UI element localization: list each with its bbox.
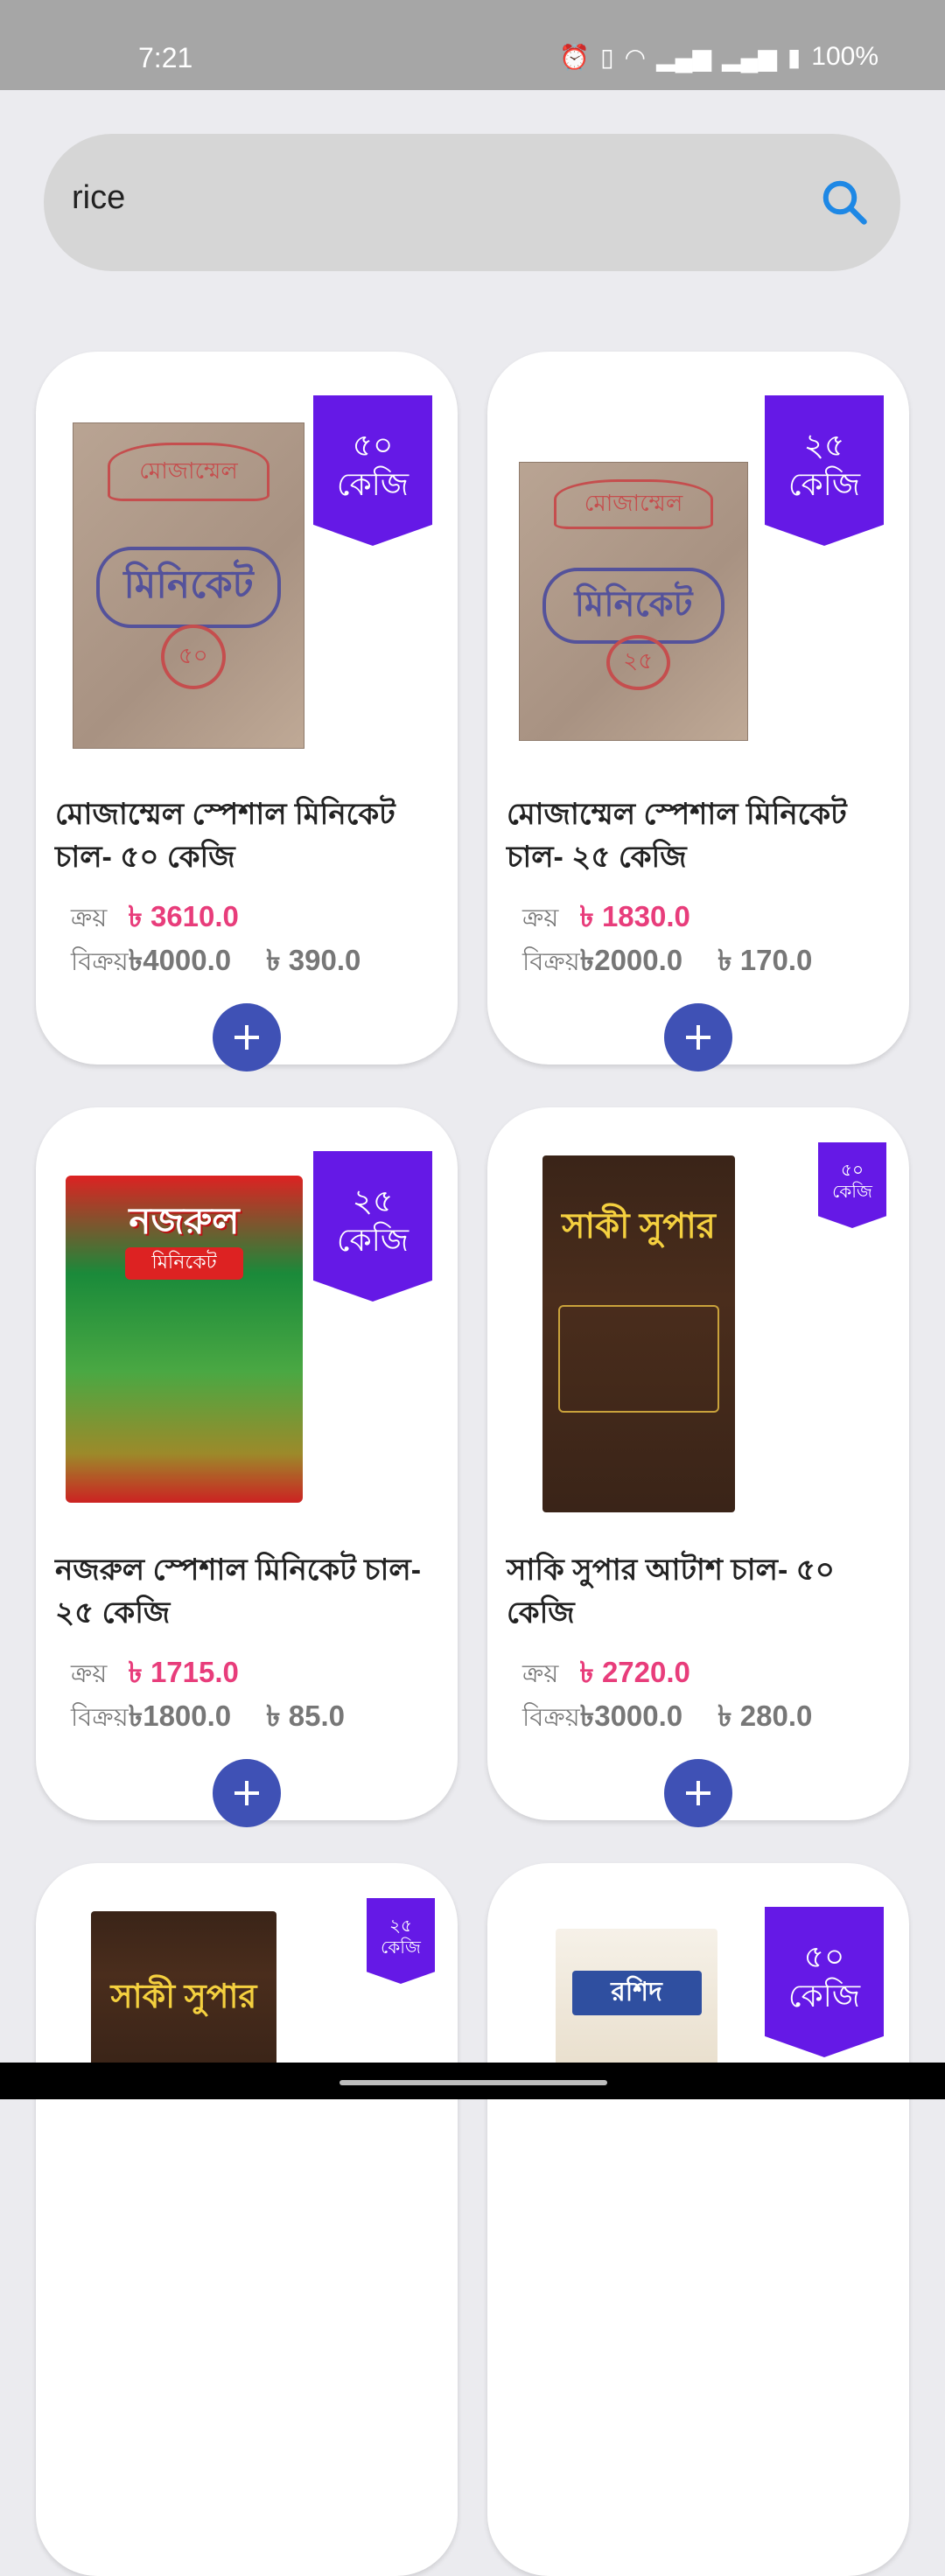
- buy-row: ক্রয় ৳ 3610.0: [71, 894, 239, 943]
- badge-unit: কেজি: [788, 1978, 861, 2014]
- plus-icon: [686, 1781, 710, 1805]
- product-card[interactable]: নজরুল মিনিকেট ২৫ কেজি নজরুল স্পেশাল মিনি…: [36, 1107, 458, 1827]
- product-image: মোজাম্মেল মিনিকেট ৫০: [73, 422, 304, 749]
- profit-amount: ৳ 390.0: [266, 944, 361, 976]
- plus-icon: [234, 1781, 259, 1805]
- profit-amount: ৳ 280.0: [718, 1700, 813, 1732]
- bag-artwork: [557, 1305, 720, 1413]
- alarm-icon: ⏰: [559, 43, 591, 71]
- badge-unit: কেজি: [788, 466, 861, 502]
- badge-amount: ৫০: [841, 1161, 864, 1180]
- profit-amount: ৳ 85.0: [266, 1700, 345, 1732]
- add-to-cart-button[interactable]: [213, 1003, 281, 1072]
- buy-row: ক্রয় ৳ 1715.0: [71, 1650, 239, 1699]
- buy-row: ক্রয় ৳ 1830.0: [522, 894, 690, 943]
- badge-unit: কেজি: [381, 1938, 421, 1958]
- battery-percent: 100%: [811, 42, 878, 71]
- badge-unit: কেজি: [336, 466, 410, 502]
- plus-icon: [686, 1025, 710, 1050]
- sack-label-text: মিনিকেট: [96, 546, 281, 628]
- product-card[interactable]: মোজাম্মেল মিনিকেট ৫০ ৫০ কেজি মোজাম্মেল স…: [36, 352, 458, 1072]
- bag-label-text: মিনিকেট: [124, 1247, 244, 1281]
- navigation-bar: [0, 2063, 945, 2099]
- sack-seal-text: ৫০: [160, 625, 226, 690]
- buy-label: ক্রয়: [522, 904, 559, 932]
- badge-amount: ২৫: [803, 427, 845, 463]
- sell-label: বিক্রয়: [71, 1704, 129, 1732]
- sack-label-text: মিনিকেট: [542, 568, 724, 645]
- search-bar[interactable]: rice: [44, 134, 900, 271]
- profit-amount: ৳ 170.0: [718, 944, 813, 976]
- sell-row: বিক্রয় ৳4000.0 ৳ 390.0: [71, 938, 360, 987]
- sell-price: ৳1800.0: [128, 1700, 232, 1732]
- weight-badge: ৫০ কেজি: [313, 395, 432, 546]
- search-input[interactable]: rice: [72, 179, 125, 217]
- sell-price: ৳3000.0: [579, 1700, 683, 1732]
- add-to-cart-button[interactable]: [664, 1759, 732, 1827]
- search-icon[interactable]: [818, 176, 871, 228]
- weight-badge: ২৫ কেজি: [367, 1898, 435, 1984]
- product-image: রশিদ: [556, 1929, 718, 2069]
- buy-row: ক্রয় ৳ 2720.0: [522, 1650, 690, 1699]
- sell-label: বিক্রয়: [522, 948, 580, 976]
- bag-brand-text: সাকী সুপার: [562, 1206, 716, 1246]
- badge-amount: ২৫: [389, 1916, 412, 1936]
- buy-label: ক্রয়: [71, 904, 108, 932]
- status-bar: 7:21 ⏰ ▯ ◠ ▂▄▆ ▂▄▆ ▮ 100%: [0, 0, 945, 90]
- sell-label: বিক্রয়: [522, 1704, 580, 1732]
- sack-seal-text: ২৫: [606, 634, 670, 690]
- buy-price: ৳ 1715.0: [128, 1656, 239, 1688]
- buy-label: ক্রয়: [71, 1660, 108, 1688]
- weight-badge: ২৫ কেজি: [313, 1151, 432, 1302]
- buy-price: ৳ 2720.0: [579, 1656, 690, 1688]
- badge-amount: ৫০: [352, 427, 394, 463]
- sell-label: বিক্রয়: [71, 948, 129, 976]
- signal-icon: ▂▄▆: [656, 43, 711, 71]
- product-card[interactable]: সাকী সুপার ২৫ কেজি: [36, 1863, 458, 2576]
- battery-icon: ▮: [787, 43, 802, 71]
- sell-price: ৳4000.0: [128, 944, 232, 976]
- status-icons: ⏰ ▯ ◠ ▂▄▆ ▂▄▆ ▮ 100%: [559, 42, 878, 72]
- product-image: মোজাম্মেল মিনিকেট ২৫: [519, 462, 748, 741]
- product-name: সাকি সুপার আটাশ চাল- ৫০ কেজি: [507, 1553, 835, 1630]
- add-to-cart-button[interactable]: [213, 1759, 281, 1827]
- sell-row: বিক্রয় ৳3000.0 ৳ 280.0: [522, 1693, 812, 1742]
- sell-row: বিক্রয় ৳2000.0 ৳ 170.0: [522, 938, 812, 987]
- sack-brand-text: মোজাম্মেল: [554, 479, 713, 530]
- weight-badge: ৫০ কেজি: [818, 1142, 886, 1228]
- vibrate-icon: ▯: [600, 43, 614, 71]
- bag-brand-text: রশিদ: [571, 1971, 702, 2015]
- sell-price: ৳2000.0: [579, 944, 683, 976]
- home-gesture-handle[interactable]: [340, 2080, 607, 2085]
- bag-brand-text: সাকী সুপার: [110, 1979, 257, 2016]
- weight-badge: ৫০ কেজি: [765, 1907, 884, 2057]
- product-name: মোজাম্মেল স্পেশাল মিনিকেট চাল- ৫০ কেজি: [55, 798, 396, 874]
- sack-brand-text: মোজাম্মেল: [108, 443, 270, 502]
- product-card[interactable]: রশিদ ৫০ কেজি: [487, 1863, 909, 2576]
- weight-badge: ২৫ কেজি: [765, 395, 884, 546]
- signal-icon-2: ▂▄▆: [721, 43, 777, 71]
- wifi-icon: ◠: [624, 43, 647, 71]
- plus-icon: [234, 1025, 259, 1050]
- product-card[interactable]: সাকী সুপার ৫০ কেজি সাকি সুপার আটাশ চাল- …: [487, 1107, 909, 1827]
- add-to-cart-button[interactable]: [664, 1003, 732, 1072]
- product-name: মোজাম্মেল স্পেশাল মিনিকেট চাল- ২৫ কেজি: [507, 798, 847, 874]
- product-image: সাকী সুপার: [91, 1911, 276, 2069]
- buy-price: ৳ 3610.0: [128, 900, 239, 932]
- buy-label: ক্রয়: [522, 1660, 559, 1688]
- badge-unit: কেজি: [832, 1183, 872, 1202]
- buy-price: ৳ 1830.0: [579, 900, 690, 932]
- badge-amount: ২৫: [352, 1183, 394, 1218]
- product-name: নজরুল স্পেশাল মিনিকেট চাল- ২৫ কেজি: [55, 1553, 422, 1630]
- product-card[interactable]: মোজাম্মেল মিনিকেট ২৫ ২৫ কেজি মোজাম্মেল স…: [487, 352, 909, 1072]
- product-image: নজরুল মিনিকেট: [66, 1176, 303, 1503]
- sell-row: বিক্রয় ৳1800.0 ৳ 85.0: [71, 1693, 345, 1742]
- badge-amount: ৫০: [803, 1938, 845, 1974]
- bag-brand-text: নজরুল: [129, 1199, 240, 1241]
- status-time: 7:21: [138, 42, 193, 73]
- badge-unit: কেজি: [336, 1222, 410, 1258]
- product-image: সাকী সুপার: [542, 1155, 735, 1512]
